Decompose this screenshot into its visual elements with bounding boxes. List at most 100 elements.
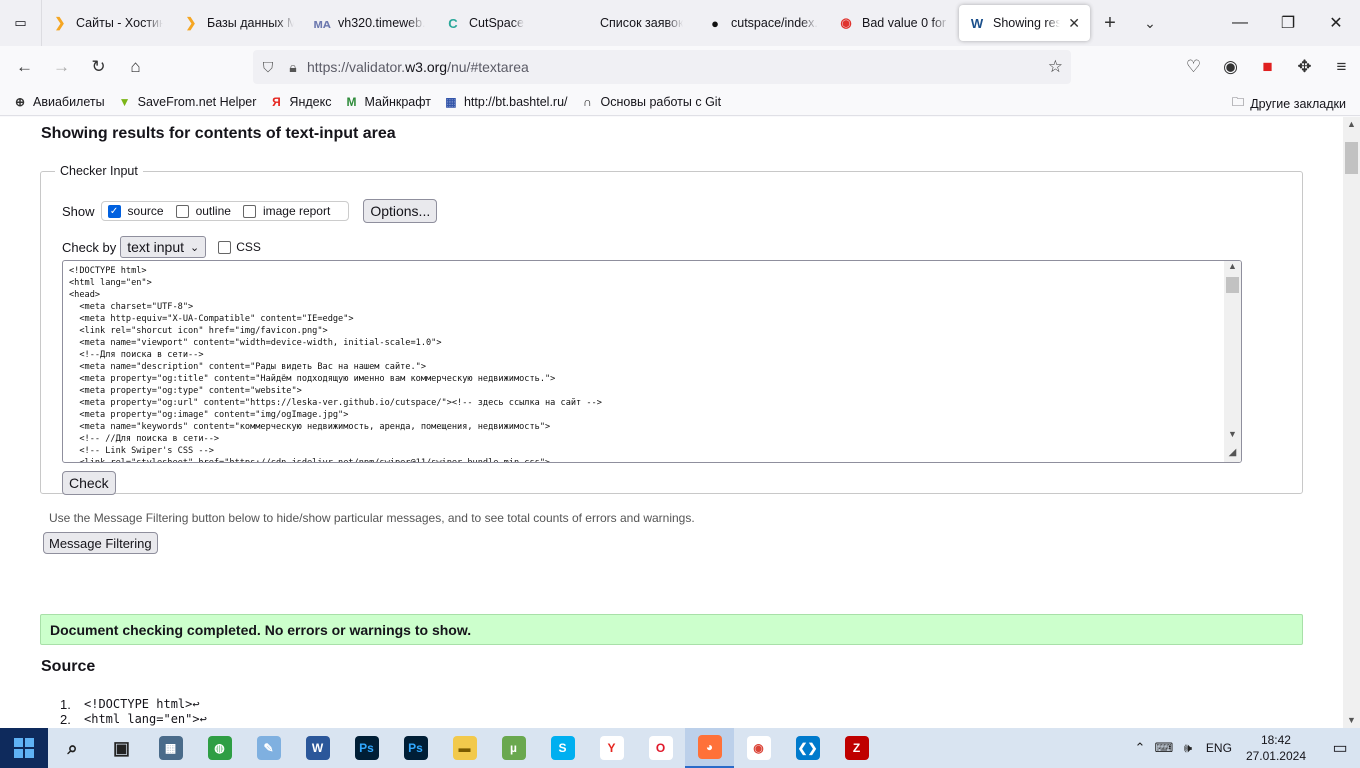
show-source-checkbox[interactable]: ✓ [107,204,121,218]
restore-button[interactable]: ❐ [1264,0,1312,46]
message-filter-note: Use the Message Filtering button below t… [49,511,695,525]
taskbar-item[interactable]: Z [832,728,881,768]
scroll-down-icon[interactable]: ▼ [1224,429,1241,439]
bookmark-item[interactable]: ▦ http://bt.bashtel.ru/ [443,94,568,110]
clock[interactable]: 18:42 27.01.2024 [1246,732,1306,764]
pocket-button[interactable]: ♡ [1175,51,1212,83]
taskbar-item[interactable]: ❮❯ [783,728,832,768]
bookmark-item[interactable]: M Майнкрафт [343,94,431,110]
account-button[interactable]: ◉ [1212,51,1249,83]
check-button[interactable]: Check [62,471,116,495]
tab-title: Bad value 0 for attribute [862,16,949,30]
bookmark-label: http://bt.bashtel.ru/ [463,94,568,109]
css-checkbox-wrapper[interactable]: CSS [218,240,261,254]
minimize-button[interactable]: — [1216,0,1264,46]
taskbar-item[interactable]: ◉ [734,728,783,768]
photoshop-icon: Ps [354,736,379,760]
word-icon: W [305,736,330,760]
taskbar-item[interactable]: ▬ [440,728,489,768]
taskbar-item[interactable]: ✎ [244,728,293,768]
textarea-scrollbar[interactable]: ▲ ▼ ◢ [1224,261,1241,462]
photoshop-2-icon: Ps [403,736,428,760]
tab-1[interactable]: ❯ Базы данных MySQL [173,5,304,41]
tab-3[interactable]: C CutSpace [435,5,566,41]
bookmarks-toolbar: ⊕ Авиабилеты ▼ SaveFrom.net Helper Я Яндекс M М… [0,88,1360,116]
check-by-select[interactable]: text input ⌄ [120,236,207,258]
minecraft-icon: M [346,94,357,109]
tab-6[interactable]: ◉ Bad value 0 for attribute [828,5,959,41]
css-checkbox[interactable] [218,240,232,254]
taskbar-item[interactable]: W [293,728,342,768]
code-line: <!-- //Для поиска в сети--> [69,434,220,444]
bookmark-item[interactable]: ∩ Основы работы с Git [580,94,721,110]
lock-icon[interactable]: 🔒︎ [283,59,303,76]
back-button[interactable]: ← [6,51,43,83]
home-button[interactable]: ⌂ [117,51,154,83]
menu-button[interactable]: ≡ [1323,51,1360,83]
code-line: <meta charset="UTF-8"> [69,302,194,312]
scroll-up-icon[interactable]: ▲ [1343,117,1360,131]
scroll-up-icon[interactable]: ▲ [1224,261,1241,271]
bookmark-label: SaveFrom.net Helper [137,94,257,109]
show-image-report-checkbox[interactable] [242,204,256,218]
tab-title: cutspace/index.html [731,16,818,30]
utorrent-icon: µ [501,736,526,760]
notifications-icon[interactable]: ▭ [1320,738,1360,758]
firefox-view-button[interactable]: ▭ [0,0,42,46]
bookmark-item[interactable]: ⊕ Авиабилеты [12,94,105,110]
forward-button[interactable]: → [43,51,80,83]
message-filtering-button[interactable]: Message Filtering [43,532,158,554]
close-window-button[interactable]: ✕ [1312,0,1360,46]
textarea-scroll-thumb[interactable] [1226,277,1239,293]
start-button[interactable] [0,728,48,768]
taskbar-item[interactable]: S [538,728,587,768]
close-tab-icon[interactable]: ✕ [1068,15,1080,32]
taskbar-item[interactable]: Ps [342,728,391,768]
network-icon[interactable]: ⌨ [1152,740,1176,756]
new-tab-button[interactable]: + [1090,0,1130,46]
taskbar-item[interactable]: ◍ [195,728,244,768]
minimize-icon: — [1232,14,1248,31]
bookmark-item[interactable]: Я Яндекс [268,94,331,110]
options-button[interactable]: Options... [363,199,438,223]
source-textarea[interactable]: <!DOCTYPE html> <html lang="en"> <head> <m… [62,260,1242,463]
page-scroll-thumb[interactable] [1345,142,1358,174]
show-outline-checkbox[interactable] [175,204,189,218]
extension-button[interactable]: ■ [1249,51,1286,83]
bookmark-item[interactable]: ▼ SaveFrom.net Helper [117,94,257,110]
url-text[interactable]: https://validator.w3.org/nu/#textarea [307,59,529,75]
taskbar-item[interactable]: Ps [391,728,440,768]
extensions-button[interactable]: ✥ [1286,51,1323,83]
code-line: <meta property="og:image" content="img/o… [69,410,349,420]
volume-icon[interactable]: 🕪︎ [1176,740,1200,756]
show-hidden-icons-icon[interactable]: ⌃ [1128,740,1152,756]
bookmark-star-icon[interactable]: ☆ [1048,57,1063,77]
globe-icon: ⊕ [14,94,26,109]
tab-4[interactable]: Список заявок [566,5,697,41]
firefox-view-icon: ▭ [14,15,27,30]
url-bar[interactable]: ⛉ 🔒︎ https://validator.w3.org/nu/#textar… [253,50,1071,84]
resize-handle-icon[interactable]: ◢ [1224,447,1241,458]
input-language[interactable]: ENG [1206,741,1232,755]
source-code-text[interactable]: <!DOCTYPE html> <html lang="en"> <head> <m… [69,265,602,462]
tab-0[interactable]: ❯ Сайты - Хостинг [42,5,173,41]
show-row: Show ✓ source outline image report Options.… [62,199,438,223]
taskbar-item[interactable]: ▣ [97,728,146,768]
taskbar-item[interactable]: Y [587,728,636,768]
tab-7[interactable]: W Showing results ✕ [959,5,1090,41]
tab-2[interactable]: ᴍᴀ vh320.timeweb.ru [304,5,435,41]
taskbar-item[interactable]: ▦ [146,728,195,768]
code-line: <!-- Link Swiper's CSS --> [69,446,214,456]
taskbar-item[interactable]: O [636,728,685,768]
page-scrollbar[interactable]: ▲ ▼ [1343,117,1360,728]
tab-5[interactable]: ● cutspace/index.html [697,5,828,41]
other-bookmarks[interactable]: 🗀︎ Другие закладки [1232,93,1346,114]
list-all-tabs-button[interactable]: ⌄ [1130,0,1170,46]
reload-button[interactable]: ↻ [80,51,117,83]
taskbar-item[interactable]: µ [489,728,538,768]
tracking-protection-icon[interactable]: ⛉ [253,59,283,76]
taskbar-item[interactable]: ⌕ [48,728,97,768]
code-line: <meta http-equiv="X-UA-Compatible" conte… [69,314,354,324]
scroll-down-icon[interactable]: ▼ [1343,713,1360,727]
taskbar-item[interactable]: ◕ [685,728,734,768]
